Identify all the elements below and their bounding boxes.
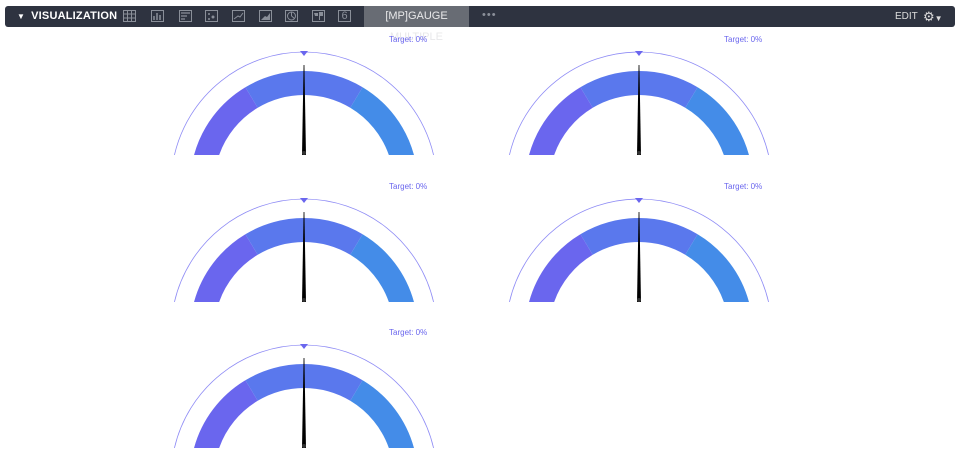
visualization-toolbar: ▼ VISUALIZATION 6 [MP]GAUGE MULTIPLE ••• … xyxy=(5,6,955,43)
target-marker-icon xyxy=(300,51,308,56)
number-icon[interactable]: 6 xyxy=(338,10,351,22)
target-marker-icon xyxy=(635,51,643,56)
gauge-1: Target: 0% xyxy=(154,35,454,155)
map-icon[interactable] xyxy=(312,10,325,22)
number-icon-label: 6 xyxy=(341,10,348,22)
needle-pivot xyxy=(637,298,641,302)
target-marker-icon xyxy=(300,198,308,203)
target-label: Target: 0% xyxy=(724,182,763,191)
needle-pivot xyxy=(302,444,306,448)
toolbar-title: VISUALIZATION xyxy=(31,10,118,22)
table-icon[interactable] xyxy=(123,10,136,22)
gauge-3: Target: 0% xyxy=(154,182,454,302)
gear-icon: ⚙ xyxy=(923,9,935,24)
target-marker-icon xyxy=(300,344,308,349)
area-chart-icon[interactable] xyxy=(259,10,272,22)
caret-down-icon: ▼ xyxy=(17,12,26,21)
more-options-button[interactable]: ••• xyxy=(482,9,497,21)
target-label: Target: 0% xyxy=(389,35,428,44)
scatter-icon[interactable] xyxy=(205,10,218,22)
gauge-2: Target: 0% xyxy=(489,35,789,155)
line-chart-icon[interactable] xyxy=(232,10,245,22)
row-chart-icon[interactable] xyxy=(179,10,192,22)
gauge-4: Target: 0% xyxy=(489,182,789,302)
needle-pivot xyxy=(302,298,306,302)
target-label: Target: 0% xyxy=(389,182,428,191)
needle-pivot xyxy=(302,151,306,155)
visualization-toggle[interactable]: ▼ VISUALIZATION xyxy=(17,10,117,22)
gauge-5: Target: 0% xyxy=(154,328,454,448)
caret-down-icon: ▼ xyxy=(934,14,943,23)
edit-button[interactable]: EDIT xyxy=(895,11,918,22)
target-label: Target: 0% xyxy=(724,35,763,44)
settings-menu-button[interactable]: ⚙▼ xyxy=(923,9,943,25)
bar-chart-icon[interactable] xyxy=(151,10,164,22)
target-label: Target: 0% xyxy=(389,328,428,337)
needle-pivot xyxy=(637,151,641,155)
pie-chart-icon[interactable] xyxy=(285,10,298,22)
target-marker-icon xyxy=(635,198,643,203)
selected-viz-tab[interactable]: [MP]GAUGE MULTIPLE xyxy=(364,6,469,43)
